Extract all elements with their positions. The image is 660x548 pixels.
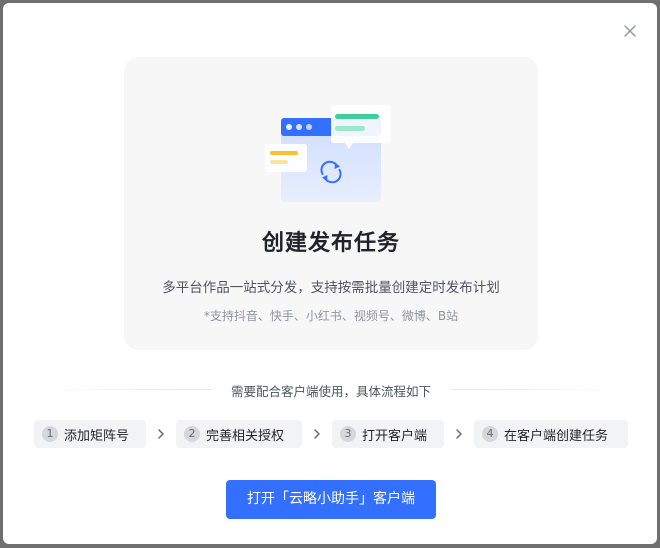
chevron-right-icon	[314, 429, 320, 439]
divider-left	[43, 389, 211, 390]
supported-platforms-note: *支持抖音、快手、小红书、视频号、微博、B站	[203, 309, 459, 323]
step-2: 2 完善相关授权	[176, 420, 302, 448]
close-icon[interactable]	[620, 21, 640, 41]
step-number: 2	[184, 426, 200, 442]
dialog-description: 多平台作品一站式分发，支持按需批量创建定时发布计划	[162, 280, 500, 296]
process-divider-text: 需要配合客户端使用，具体流程如下	[230, 384, 431, 399]
step-label: 在客户端创建任务	[504, 428, 609, 444]
dialog-title: 创建发布任务	[261, 231, 400, 256]
step-number: 3	[340, 426, 356, 442]
sync-publish-illustration-icon	[265, 105, 391, 202]
step-number: 1	[42, 426, 58, 442]
step-label: 完善相关授权	[206, 428, 285, 444]
chevron-right-icon	[456, 429, 462, 439]
step-1: 1 添加矩阵号	[34, 420, 146, 448]
step-3: 3 打开客户端	[332, 420, 444, 448]
open-client-button[interactable]: 打开「云略小助手」客户端	[226, 480, 436, 519]
step-number: 4	[482, 426, 498, 442]
create-task-dialog: 创建发布任务 多平台作品一站式分发，支持按需批量创建定时发布计划 *支持抖音、快…	[3, 3, 657, 544]
chevron-right-icon	[158, 429, 164, 439]
step-label: 添加矩阵号	[64, 428, 130, 444]
divider-right	[451, 389, 619, 390]
step-label: 打开客户端	[362, 428, 428, 444]
step-4: 4 在客户端创建任务	[474, 420, 628, 448]
intro-card: 创建发布任务 多平台作品一站式分发，支持按需批量创建定时发布计划 *支持抖音、快…	[124, 57, 538, 350]
